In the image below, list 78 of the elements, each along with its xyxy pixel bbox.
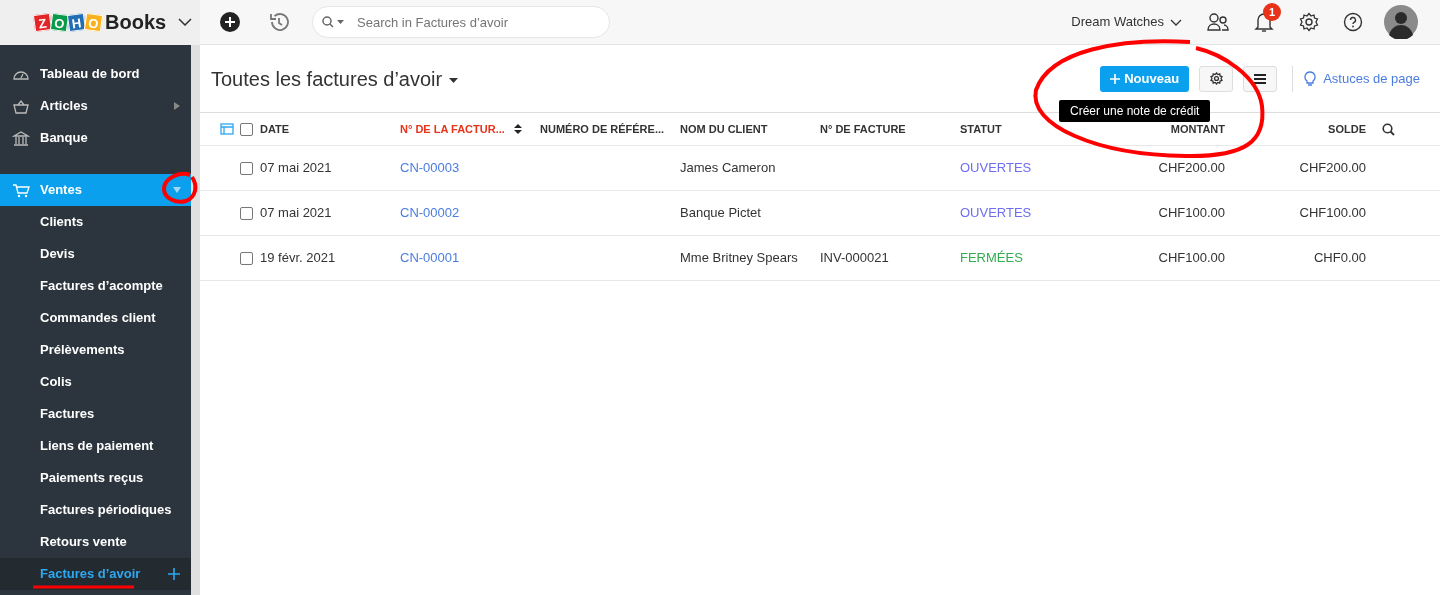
table-cell-text: James Cameron — [680, 159, 777, 178]
logo-letter: H — [66, 12, 87, 32]
sidebar-item[interactable]: Paiements reçus — [0, 462, 191, 494]
lightbulb-icon — [1304, 70, 1317, 87]
credit-note-link[interactable]: CN-00002 — [400, 203, 540, 223]
bank-icon — [12, 129, 30, 147]
cart-icon — [12, 181, 30, 199]
avatar[interactable] — [1384, 5, 1418, 39]
help-icon[interactable] — [1343, 12, 1363, 32]
table-cell-text: CHF200.00 — [1158, 159, 1225, 178]
logo-letter: O — [49, 12, 70, 32]
sidebar-item[interactable]: Colis — [0, 366, 191, 398]
column-header[interactable]: STATUT — [960, 120, 1100, 138]
sidebar-item[interactable]: Articles — [0, 90, 191, 122]
history-icon[interactable] — [268, 11, 290, 33]
search-icon[interactable] — [1382, 123, 1395, 137]
status-text: OUVERTES — [960, 204, 1033, 223]
table-cell-text: Mme Britney Spears — [680, 249, 799, 268]
row-checkbox[interactable] — [240, 251, 253, 265]
scrollbar[interactable] — [191, 45, 200, 595]
sidebar-item[interactable]: Devis — [0, 238, 191, 270]
sort-icon[interactable] — [514, 124, 522, 134]
table-cell-text: CHF0.00 — [1313, 249, 1366, 268]
settings-button[interactable] — [1199, 65, 1234, 92]
row-checkbox[interactable] — [240, 206, 253, 220]
sidebar-item[interactable]: Factures — [0, 398, 191, 430]
table-cell-text: INV-000021 — [820, 249, 890, 268]
status-text: FERMÉES — [960, 249, 1024, 268]
caret-right-icon[interactable] — [173, 102, 181, 110]
caret-icon[interactable] — [449, 78, 459, 83]
column-header[interactable]: MONTANT — [1170, 120, 1225, 138]
plus-icon — [1110, 73, 1121, 84]
settings-icon[interactable] — [1299, 12, 1319, 32]
chevron-down-icon — [1170, 18, 1182, 26]
add-icon[interactable] — [219, 11, 241, 33]
sidebar-item[interactable]: Banque — [0, 122, 191, 154]
users-icon[interactable] — [1207, 12, 1229, 32]
column-header[interactable]: NOM DU CLIENT — [680, 120, 820, 138]
sidebar-item[interactable]: Tableau de bord — [0, 58, 191, 90]
sidebar-item[interactable]: Clients — [0, 206, 191, 238]
page-title[interactable]: Toutes les factures d’avoir — [211, 63, 443, 94]
select-all-checkbox[interactable] — [240, 122, 253, 136]
column-header[interactable]: N° DE LA FACTUR... — [400, 120, 505, 138]
page-tips-link[interactable]: Astuces de page — [1304, 68, 1420, 89]
table-cell-text: CHF200.00 — [1299, 159, 1366, 178]
column-header[interactable]: SOLDE — [1328, 120, 1366, 138]
column-header[interactable]: N° DE FACTURE — [820, 120, 960, 138]
logo-text: Books — [105, 10, 167, 35]
table-cell-text: 07 mai 2021 — [260, 204, 333, 223]
organization-menu[interactable]: Dream Watches — [1071, 12, 1164, 32]
sidebar-item[interactable]: Retours vente — [0, 526, 191, 558]
status-text: OUVERTES — [960, 159, 1033, 178]
settings-icon — [1209, 72, 1223, 85]
table-cell-text: Banque Pictet — [680, 204, 762, 223]
sidebar-item[interactable]: Prélèvements — [0, 334, 191, 366]
logo-letter: Z — [32, 12, 53, 32]
sidebar-item[interactable]: Commandes client — [0, 302, 191, 334]
chevron-down-icon[interactable] — [178, 18, 193, 26]
table-cell-text: CHF100.00 — [1299, 204, 1366, 223]
sidebar-item[interactable]: Factures périodiques — [0, 494, 191, 526]
credit-note-link[interactable]: CN-00001 — [400, 248, 540, 268]
tooltip: Créer une note de crédit — [1059, 100, 1211, 122]
menu-icon — [1254, 73, 1267, 84]
search-field[interactable]: Search in Factures d’avoir — [312, 6, 610, 38]
sidebar-item[interactable]: Liens de paiement — [0, 430, 191, 462]
logo-letter: O — [83, 12, 104, 32]
table-cell-text: 07 mai 2021 — [260, 159, 333, 178]
credit-note-link[interactable]: CN-00003 — [400, 158, 540, 178]
search-icon — [322, 16, 346, 28]
notification-count: 1 — [1263, 3, 1281, 21]
column-header[interactable]: NUMÉRO DE RÉFÉRE... — [540, 120, 680, 138]
sidebar-item[interactable]: Factures d’acompte — [0, 270, 191, 302]
row-checkbox[interactable] — [240, 161, 253, 175]
sidebar-item[interactable]: Factures d’avoir — [0, 558, 191, 590]
table-cell-text: CHF100.00 — [1158, 249, 1225, 268]
table-cell-text: CHF100.00 — [1158, 204, 1225, 223]
table-cell-text: 19 févr. 2021 — [260, 249, 337, 268]
column-header[interactable]: DATE — [260, 120, 400, 138]
